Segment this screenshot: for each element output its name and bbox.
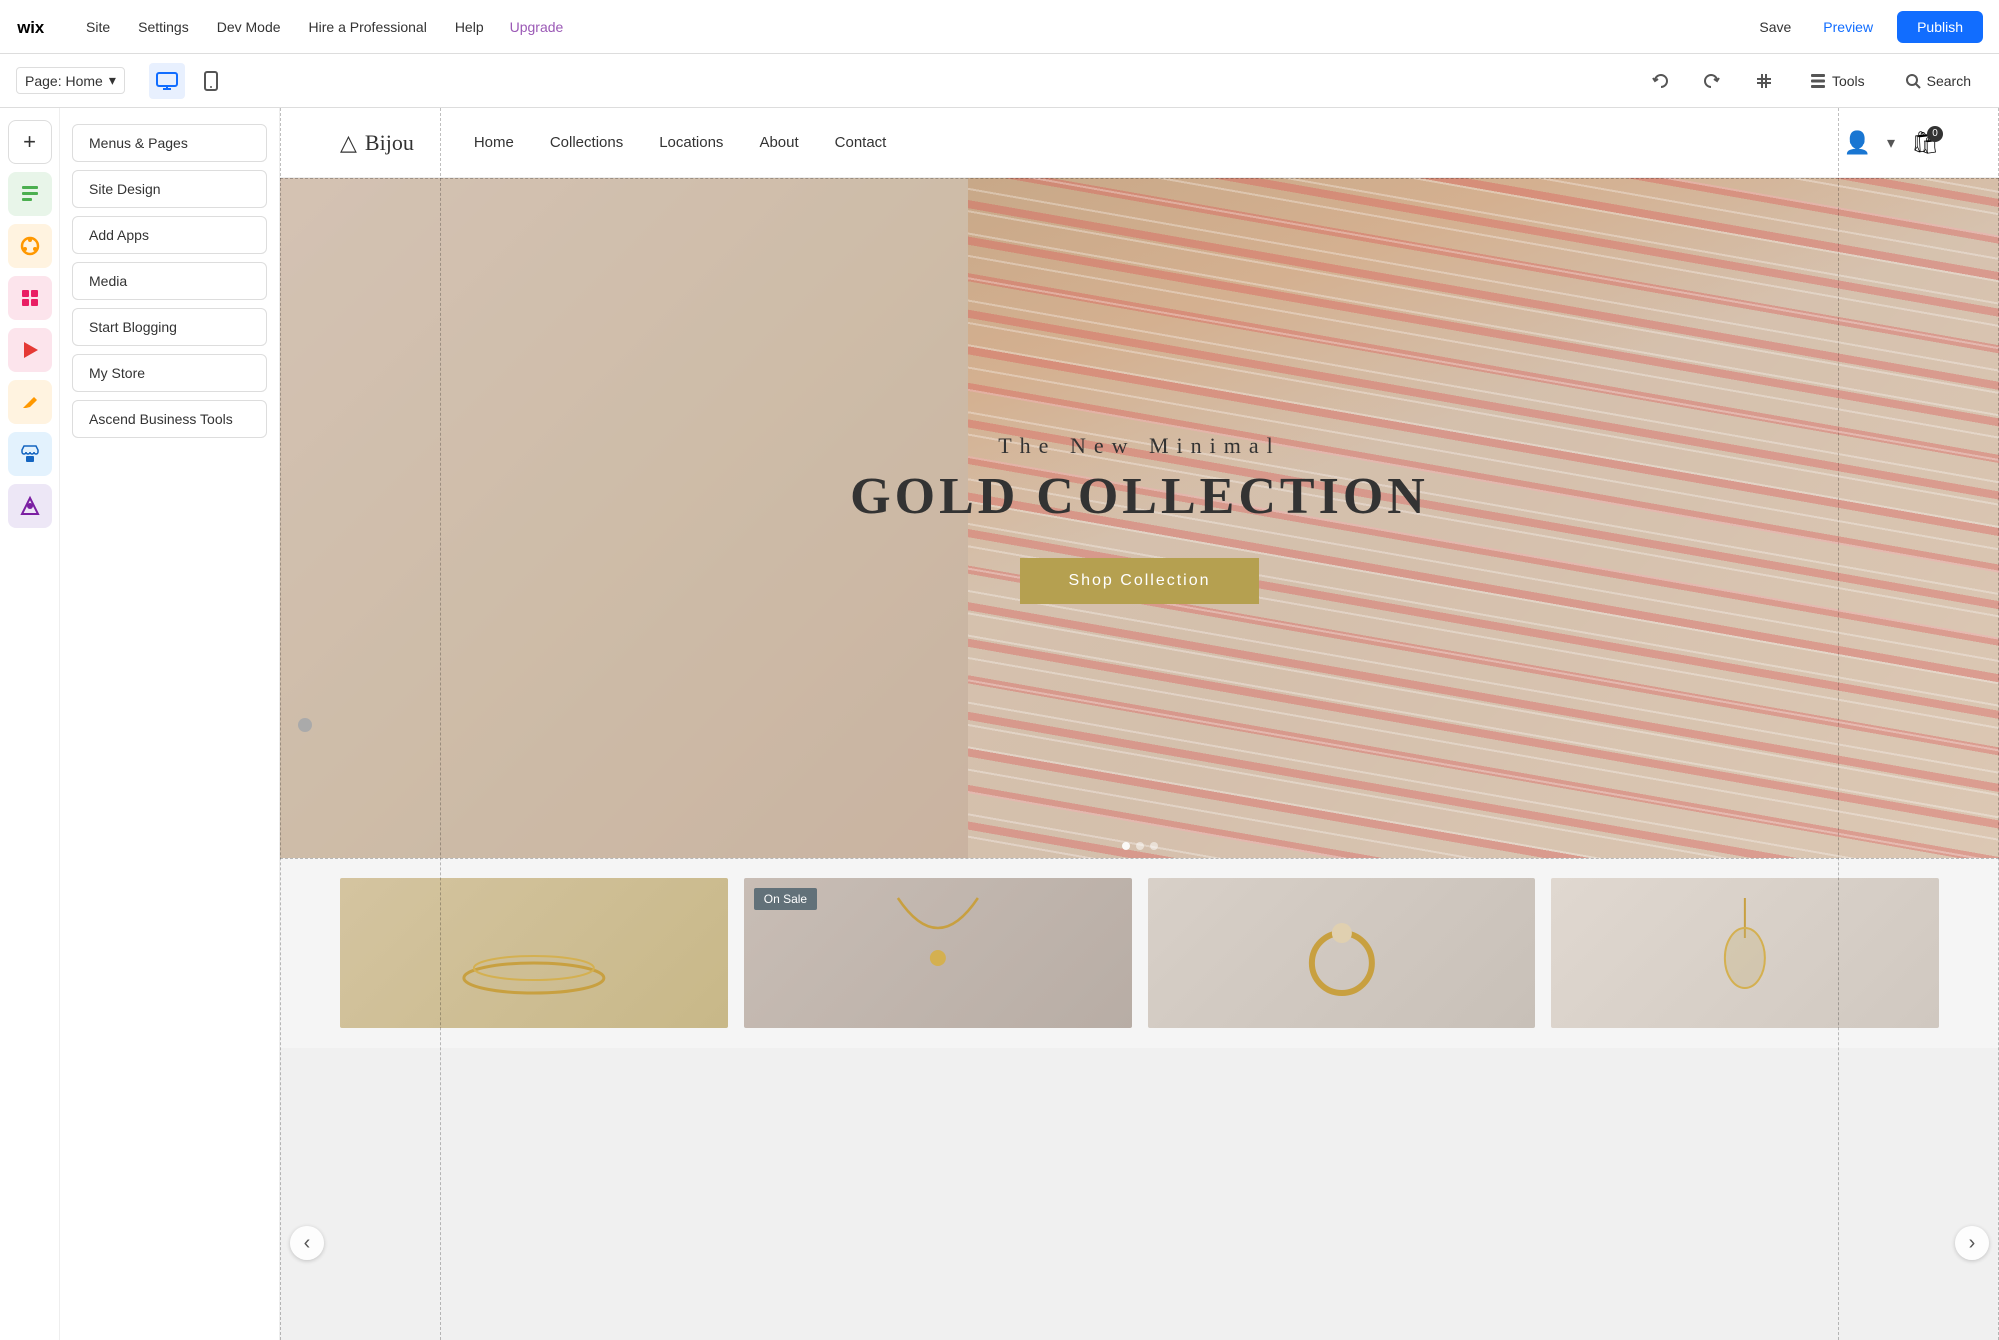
panel-add-apps-button[interactable]: Add Apps <box>72 216 267 254</box>
sidebar-icon-apps[interactable] <box>8 276 52 320</box>
hero-cta-button[interactable]: Shop Collection <box>1020 558 1258 604</box>
slider-dots <box>1122 842 1158 850</box>
sidebar-icon-blog[interactable] <box>8 380 52 424</box>
slider-left-arrow[interactable]: ‹ <box>290 1226 324 1260</box>
search-label: Search <box>1927 73 1971 89</box>
sidebar-icon-ascend[interactable] <box>8 484 52 528</box>
product-card-4[interactable] <box>1551 878 1939 1028</box>
redo-button[interactable] <box>1694 63 1730 99</box>
product-image-1 <box>340 878 728 1028</box>
user-icon[interactable]: 👤 <box>1844 130 1871 156</box>
undo-button[interactable] <box>1642 63 1678 99</box>
panel-media-button[interactable]: Media <box>72 262 267 300</box>
product-card-3[interactable] <box>1148 878 1536 1028</box>
hero-section: The New Minimal GOLD COLLECTION Shop Col… <box>280 178 1999 858</box>
cart-icon[interactable]: 🛍 0 <box>1911 130 1939 156</box>
product-card-1[interactable] <box>340 878 728 1028</box>
slider-dot-1[interactable] <box>1122 842 1130 850</box>
second-bar: Page: Home ▾ Tools Search <box>0 54 1999 108</box>
topbar-right: Save Preview Publish <box>1751 11 1983 43</box>
slider-right-arrow[interactable]: › <box>1955 1226 1989 1260</box>
top-bar: wix Site Settings Dev Mode Hire a Profes… <box>0 0 1999 54</box>
site-nav-collections[interactable]: Collections <box>550 134 623 151</box>
wix-logo: wix <box>16 15 52 39</box>
sidebar-icon-store[interactable] <box>8 432 52 476</box>
panel-start-blogging-button[interactable]: Start Blogging <box>72 308 267 346</box>
mobile-device-button[interactable] <box>193 63 229 99</box>
site-logo: △ Bijou <box>340 130 414 156</box>
preview-button[interactable]: Preview <box>1815 15 1881 39</box>
site-nav-about[interactable]: About <box>759 134 798 151</box>
tools-label: Tools <box>1832 73 1865 89</box>
product-image-3 <box>1148 878 1536 1028</box>
canvas: △ Bijou Home Collections Locations About… <box>280 108 1999 1340</box>
site-nav-home[interactable]: Home <box>474 134 514 151</box>
hero-content: The New Minimal GOLD COLLECTION Shop Col… <box>850 433 1429 604</box>
cart-count: 0 <box>1927 126 1943 142</box>
right-arrow-icon: › <box>1955 1226 1989 1260</box>
product-image-2 <box>744 878 1132 1028</box>
desktop-device-button[interactable] <box>149 63 185 99</box>
zoom-button[interactable] <box>1746 63 1782 99</box>
sidebar-icon-media[interactable] <box>8 328 52 372</box>
product-image-4 <box>1551 878 1939 1028</box>
page-selector[interactable]: Page: Home ▾ <box>16 67 125 94</box>
secondbar-right: Tools Search <box>1642 63 1983 99</box>
publish-button[interactable]: Publish <box>1897 11 1983 43</box>
sidebar-icon-design[interactable] <box>8 224 52 268</box>
nav-help[interactable]: Help <box>453 15 486 39</box>
nav-settings[interactable]: Settings <box>136 15 191 39</box>
nav-site[interactable]: Site <box>84 15 112 39</box>
chevron-down-icon: ▾ <box>109 72 116 89</box>
save-button[interactable]: Save <box>1751 15 1799 39</box>
site-header-right: 👤 ▾ 🛍 0 <box>1844 130 1939 156</box>
site-nav-locations[interactable]: Locations <box>659 134 723 151</box>
search-button[interactable]: Search <box>1893 69 1983 93</box>
scroll-handle[interactable] <box>298 718 312 732</box>
panel-site-design-button[interactable]: Site Design <box>72 170 267 208</box>
slider-dot-2[interactable] <box>1136 842 1144 850</box>
device-toggle <box>149 63 229 99</box>
main-area: + Menus & Pages Site Design Add Apps Med… <box>0 108 1999 1340</box>
panel-my-store-button[interactable]: My Store <box>72 354 267 392</box>
slider-dot-3[interactable] <box>1150 842 1158 850</box>
product-card-2[interactable]: On Sale <box>744 878 1132 1028</box>
add-element-button[interactable]: + <box>8 120 52 164</box>
site-header: △ Bijou Home Collections Locations About… <box>280 108 1999 178</box>
left-arrow-icon: ‹ <box>290 1226 324 1260</box>
left-panel: Menus & Pages Site Design Add Apps Media… <box>60 108 280 1340</box>
nav-dev-mode[interactable]: Dev Mode <box>215 15 283 39</box>
page-selector-label: Page: Home <box>25 73 103 89</box>
logo-icon: △ <box>340 130 357 156</box>
site-nav: Home Collections Locations About Contact <box>474 134 887 151</box>
logo-text: Bijou <box>365 130 414 156</box>
panel-ascend-button[interactable]: Ascend Business Tools <box>72 400 267 438</box>
products-section: ‹ On Sale <box>280 858 1999 1048</box>
site-nav-contact[interactable]: Contact <box>835 134 887 151</box>
nav-hire-professional[interactable]: Hire a Professional <box>307 15 429 39</box>
panel-menus-pages-button[interactable]: Menus & Pages <box>72 124 267 162</box>
svg-text:wix: wix <box>16 18 45 37</box>
sidebar-icon-pages[interactable] <box>8 172 52 216</box>
sidebar-icons: + <box>0 108 60 1340</box>
hero-subtitle: The New Minimal <box>850 433 1429 459</box>
tools-button[interactable]: Tools <box>1798 69 1877 93</box>
chevron-down-icon: ▾ <box>1887 133 1895 153</box>
nav-upgrade[interactable]: Upgrade <box>510 19 564 35</box>
hero-title: GOLD COLLECTION <box>850 467 1429 526</box>
